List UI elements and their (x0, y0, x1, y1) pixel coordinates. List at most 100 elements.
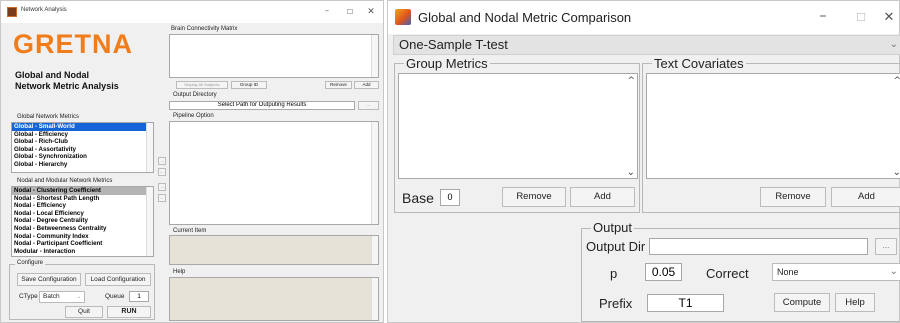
brain-matrix-label: Brain Connectivity Matrix (171, 26, 238, 32)
current-item-label: Current Item (173, 228, 207, 234)
queue-label: Queue (105, 293, 125, 300)
scroll-up-icon[interactable]: ^ (893, 76, 900, 86)
brain-matrix-list[interactable] (169, 34, 379, 78)
scrollbar[interactable] (371, 35, 378, 77)
text-covariates-label: Text Covariates (652, 56, 746, 71)
minimize-icon[interactable]: – (317, 1, 337, 23)
display-all-subjects-button[interactable]: Display All Subjects (176, 81, 228, 89)
arrow-left-button[interactable]: ← (158, 168, 166, 176)
list-item[interactable]: Global - Synchronization (12, 153, 153, 161)
maximize-icon[interactable]: ☐ (846, 1, 876, 34)
text-covariates-list[interactable]: ^ ⌄ (646, 73, 900, 179)
logo: GRETNA (13, 29, 133, 59)
prefix-input[interactable]: T1 (647, 294, 724, 312)
metric-comparison-window: Global and Nodal Metric Comparison – ☐ ✕… (387, 0, 900, 323)
app-icon (7, 7, 17, 17)
configure-label: Configure (15, 260, 46, 266)
correct-value: None (777, 267, 799, 277)
scrollbar[interactable] (371, 236, 378, 264)
list-item[interactable]: Nodal - Betweenness Centrality (12, 225, 153, 233)
quit-button[interactable]: Quit (65, 306, 103, 318)
maximize-icon[interactable]: ☐ (340, 1, 360, 23)
run-button[interactable]: RUN (107, 306, 151, 318)
scrollbar[interactable] (371, 278, 378, 320)
global-metrics-list[interactable]: Global - Small-World Global - Efficiency… (11, 122, 154, 173)
scroll-up-icon[interactable]: ^ (627, 76, 635, 86)
browse-button[interactable]: ... (358, 101, 379, 110)
minimize-icon[interactable]: – (808, 1, 838, 34)
ctype-value: Batch (43, 293, 60, 300)
chevron-down-icon: ⌄ (889, 39, 898, 50)
scrollbar[interactable] (371, 122, 378, 224)
compute-button[interactable]: Compute (774, 293, 830, 312)
list-item[interactable]: Global - Efficiency (12, 131, 153, 139)
help-button[interactable]: Help (835, 293, 875, 312)
load-configuration-button[interactable]: Load Configuration (85, 273, 151, 286)
global-metrics-label: Global Network Metrics (17, 114, 80, 120)
covariate-add-button[interactable]: Add (831, 187, 900, 207)
list-item[interactable]: Global - Small-World (12, 123, 153, 131)
matlab-icon (395, 9, 411, 25)
list-item[interactable]: Global - Hierarchy (12, 161, 153, 169)
nodal-metrics-list[interactable]: Nodal - Clustering Coefficient Nodal - S… (11, 186, 154, 257)
chevron-down-icon: ⌄ (76, 294, 81, 300)
ctype-select[interactable]: Batch ⌄ (39, 291, 85, 303)
window-title: Network Analysis (21, 7, 67, 13)
remove-button[interactable]: Remove (325, 81, 352, 89)
help-box (169, 277, 379, 321)
output-dir-label: Output Dir (586, 239, 646, 254)
browse-button[interactable]: ... (875, 238, 897, 255)
test-type-value: One-Sample T-test (399, 37, 508, 52)
list-item[interactable]: Nodal - Community Index (12, 233, 153, 241)
arrow-left-button[interactable]: ← (158, 194, 166, 202)
help-label: Help (173, 269, 186, 275)
save-configuration-button[interactable]: Save Configuration (17, 273, 81, 286)
subtitle-line-2: Network Metric Analysis (15, 81, 119, 91)
covariate-remove-button[interactable]: Remove (760, 187, 826, 207)
title-bar: Network Analysis – ☐ ✕ (1, 1, 383, 23)
scrollbar[interactable] (146, 187, 153, 256)
list-item[interactable]: Nodal - Degree Centrality (12, 217, 153, 225)
close-icon[interactable]: ✕ (878, 1, 900, 34)
list-item[interactable]: Global - Rich-Club (12, 138, 153, 146)
window-title: Global and Nodal Metric Comparison (418, 10, 632, 25)
ctype-label: CType (19, 293, 38, 300)
arrow-right-button[interactable]: → (158, 183, 166, 191)
pipeline-option-box[interactable] (169, 121, 379, 225)
prefix-label: Prefix (599, 296, 633, 311)
scroll-down-icon[interactable]: ⌄ (893, 167, 900, 178)
list-item[interactable]: Nodal - Efficiency (12, 202, 153, 210)
output-dir-input[interactable] (649, 238, 868, 255)
remove-button[interactable]: Remove (502, 187, 566, 207)
list-item[interactable]: Nodal - Shortest Path Length (12, 195, 153, 203)
output-directory-field[interactable]: Select Path for Outputing Results (169, 101, 355, 110)
output-label: Output (591, 220, 635, 235)
base-input[interactable]: 0 (440, 189, 460, 206)
group-id-button[interactable]: Group ID (231, 81, 267, 89)
list-item[interactable]: Nodal - Participant Coefficient (12, 240, 153, 248)
p-label: p (610, 266, 618, 281)
subtitle-line-1: Global and Nodal (15, 70, 90, 80)
current-item-box (169, 235, 379, 265)
close-icon[interactable]: ✕ (361, 1, 381, 23)
list-item[interactable]: Nodal - Local Efficiency (12, 210, 153, 218)
queue-input[interactable]: 1 (129, 291, 149, 302)
list-item[interactable]: Modular - Interaction (12, 248, 153, 256)
group-metrics-label: Group Metrics (404, 56, 490, 71)
correct-select[interactable]: None ⌄ (772, 263, 900, 281)
nodal-metrics-label: Nodal and Modular Network Metrics (17, 178, 113, 184)
list-item[interactable]: Nodal - Clustering Coefficient (12, 187, 153, 195)
scroll-down-icon[interactable]: ⌄ (627, 167, 635, 178)
pipeline-option-label: Pipeline Option (173, 113, 214, 119)
test-type-select[interactable]: One-Sample T-test ⌄ (393, 35, 900, 55)
group-metrics-list[interactable]: ^ ⌄ (398, 73, 638, 179)
gretna-window: Network Analysis – ☐ ✕ GRETNA Global and… (0, 0, 384, 323)
arrow-right-button[interactable]: → (158, 157, 166, 165)
p-value-input[interactable]: 0.05 (645, 263, 682, 281)
add-button[interactable]: Add (570, 187, 635, 207)
list-item[interactable]: Global - Assortativity (12, 146, 153, 154)
add-button[interactable]: Add (354, 81, 379, 89)
title-bar: Global and Nodal Metric Comparison – ☐ ✕ (388, 1, 899, 34)
chevron-down-icon: ⌄ (889, 266, 898, 277)
scrollbar[interactable] (146, 123, 153, 172)
